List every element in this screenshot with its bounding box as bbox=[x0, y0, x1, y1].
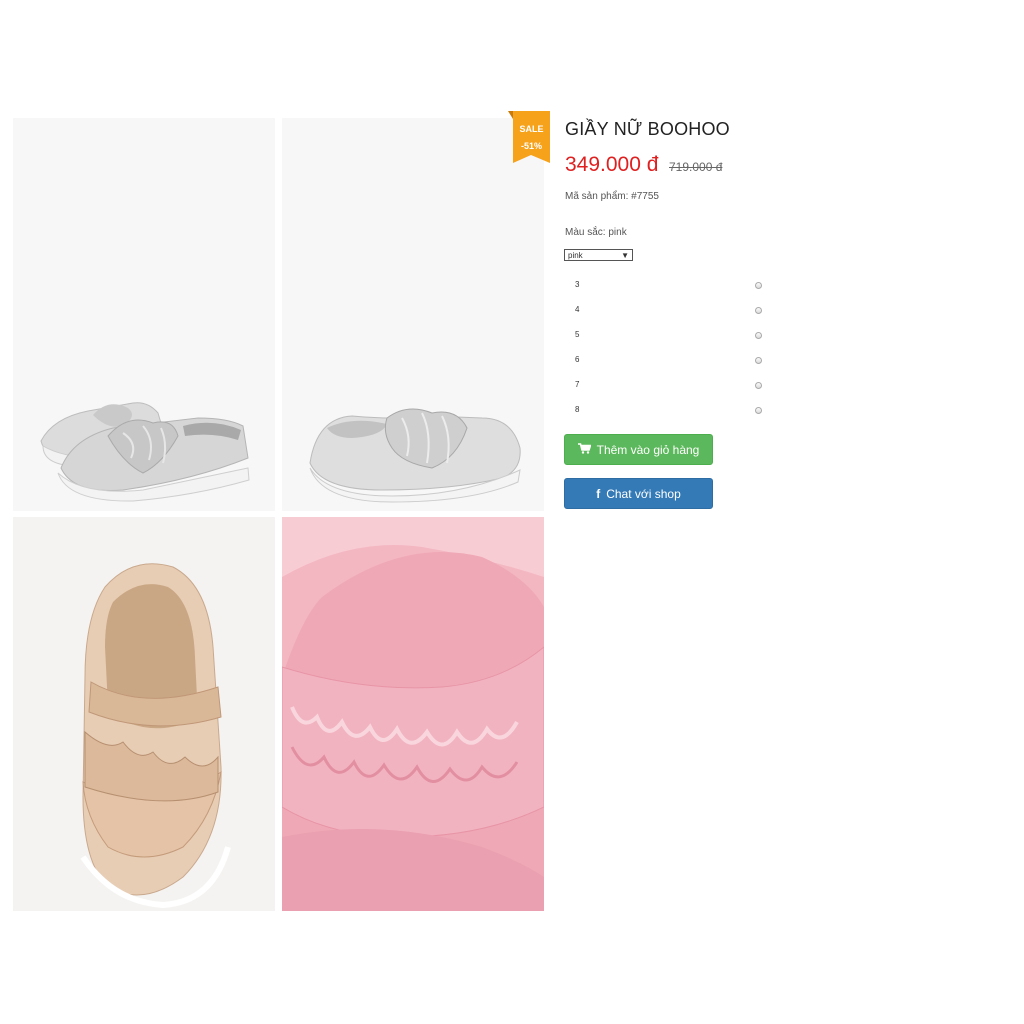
chat-with-shop-button[interactable]: f Chat với shop bbox=[564, 478, 713, 509]
size-option-label: 3 bbox=[575, 280, 580, 289]
sale-badge: SALE -51% bbox=[508, 111, 550, 163]
product-sku: Mã sản phẩm: #7755 bbox=[565, 191, 659, 202]
product-price: 349.000 đ bbox=[565, 153, 659, 176]
add-to-cart-label: Thêm vào giỏ hàng bbox=[596, 442, 700, 457]
size-option[interactable]: 3 bbox=[575, 280, 765, 292]
product-photo-silver-pair[interactable] bbox=[13, 118, 275, 511]
size-radio[interactable] bbox=[755, 332, 762, 339]
size-option-label: 6 bbox=[575, 355, 580, 364]
product-photo-pink-closeup[interactable] bbox=[282, 517, 544, 911]
dropdown-arrow-icon: ▼ bbox=[621, 251, 629, 260]
size-option-label: 8 bbox=[575, 405, 580, 414]
sale-percent: -51% bbox=[520, 141, 542, 151]
product-title: GIẦY NỮ BOOHOO bbox=[565, 119, 730, 139]
color-select[interactable]: pink ▼ bbox=[564, 249, 633, 261]
size-radio[interactable] bbox=[755, 357, 762, 364]
color-label: Màu sắc: pink bbox=[565, 227, 627, 238]
size-option-label: 5 bbox=[575, 330, 580, 339]
size-option[interactable]: 6 bbox=[575, 355, 765, 367]
sale-label: SALE bbox=[519, 124, 544, 134]
size-option-label: 4 bbox=[575, 305, 580, 314]
size-option-label: 7 bbox=[575, 380, 580, 389]
color-select-value: pink bbox=[568, 251, 583, 260]
size-option[interactable]: 8 bbox=[575, 405, 765, 417]
size-option[interactable]: 7 bbox=[575, 380, 765, 392]
size-radio[interactable] bbox=[755, 382, 762, 389]
size-option[interactable]: 5 bbox=[575, 330, 765, 342]
size-radio[interactable] bbox=[755, 282, 762, 289]
size-radio[interactable] bbox=[755, 307, 762, 314]
product-old-price: 719.000 đ bbox=[669, 160, 723, 174]
size-option[interactable]: 4 bbox=[575, 305, 765, 317]
product-photo-silver-side[interactable] bbox=[282, 118, 544, 511]
size-radio[interactable] bbox=[755, 407, 762, 414]
product-photo-gold-top[interactable] bbox=[13, 517, 275, 911]
chat-with-shop-label: Chat với shop bbox=[606, 486, 681, 501]
shopping-cart-icon bbox=[577, 442, 592, 457]
facebook-icon: f bbox=[596, 486, 601, 501]
add-to-cart-button[interactable]: Thêm vào giỏ hàng bbox=[564, 434, 713, 465]
sale-ribbon-icon bbox=[508, 111, 550, 163]
